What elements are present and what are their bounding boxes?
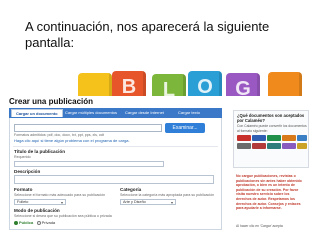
copyright-warning-text: No cargue publicaciones, revistas o publ…	[236, 174, 302, 211]
description-label: Descripción	[14, 169, 41, 174]
format-logo	[267, 135, 281, 141]
info-sidebar: ¿Qué documentos son aceptados por Calamé…	[233, 110, 309, 230]
divider	[13, 146, 218, 147]
access-label: Modo de publicación	[14, 208, 60, 213]
format-logo	[282, 143, 296, 149]
access-radio-group: Pública Privada	[14, 220, 55, 225]
upload-tabs: Cargar un documento Cargar múltiples doc…	[9, 108, 222, 118]
file-input[interactable]	[14, 124, 162, 132]
private-label: Privada	[41, 220, 56, 225]
tab-upload-internet[interactable]: Cargar desde Internet	[121, 109, 168, 117]
help-link[interactable]: Haga clic aquí si tiene algún problema c…	[14, 138, 130, 143]
tab-upload-text[interactable]: Cargar texto	[174, 109, 204, 117]
terms-note: Al hacer clic en 'Cargar' acepta	[236, 224, 283, 228]
format-select[interactable]: Folleto	[14, 199, 66, 205]
slide-caption: A continuación, nos aparecerá la siguien…	[25, 19, 270, 50]
format-logo	[237, 143, 251, 149]
copyright-warning: No cargue publicaciones, revistas o publ…	[233, 172, 309, 228]
format-label: Formato	[14, 187, 33, 192]
public-label: Pública	[19, 220, 34, 225]
browse-button[interactable]: Examinar...	[165, 123, 205, 133]
page-title: Crear una publicación	[9, 97, 94, 106]
accepted-formats-text: Con Calaméo puede convertir los document…	[237, 124, 307, 133]
category-label: Categoría	[120, 187, 142, 192]
private-radio[interactable]	[36, 220, 41, 225]
tab-upload-document[interactable]: Cargar un documento	[11, 109, 63, 117]
format-logo	[237, 135, 251, 141]
format-logo	[252, 143, 266, 149]
format-logos	[237, 135, 307, 151]
format-logo	[252, 135, 266, 141]
title-field[interactable]	[14, 161, 164, 167]
access-hint: Seleccione si desea que su publicación s…	[14, 214, 112, 218]
description-field[interactable]	[14, 175, 214, 184]
upload-form: Examinar... Formatos admitidos: pdf, doc…	[9, 118, 222, 230]
publication-page-screenshot: Crear una publicación Cargar un document…	[9, 96, 311, 230]
accepted-formats-box: ¿Qué documentos son aceptados por Calamé…	[233, 110, 309, 168]
format-hint: Seleccione el formato más adecuado para …	[14, 193, 106, 197]
public-radio[interactable]	[14, 220, 18, 225]
category-hint: Seleccione la categoría más apropiada pa…	[120, 193, 215, 197]
category-select[interactable]: Arte y Diseño	[120, 199, 176, 205]
tab-upload-multiple[interactable]: Cargar múltiples documentos	[61, 109, 121, 117]
format-logo	[297, 143, 307, 149]
format-logo	[267, 143, 281, 149]
format-logo	[282, 135, 296, 141]
format-logo	[297, 135, 307, 141]
accepted-formats-title: ¿Qué documentos son aceptados por Calamé…	[237, 113, 305, 123]
title-label: Título de la publicación	[14, 149, 66, 154]
title-hint: Requerido	[14, 155, 31, 159]
